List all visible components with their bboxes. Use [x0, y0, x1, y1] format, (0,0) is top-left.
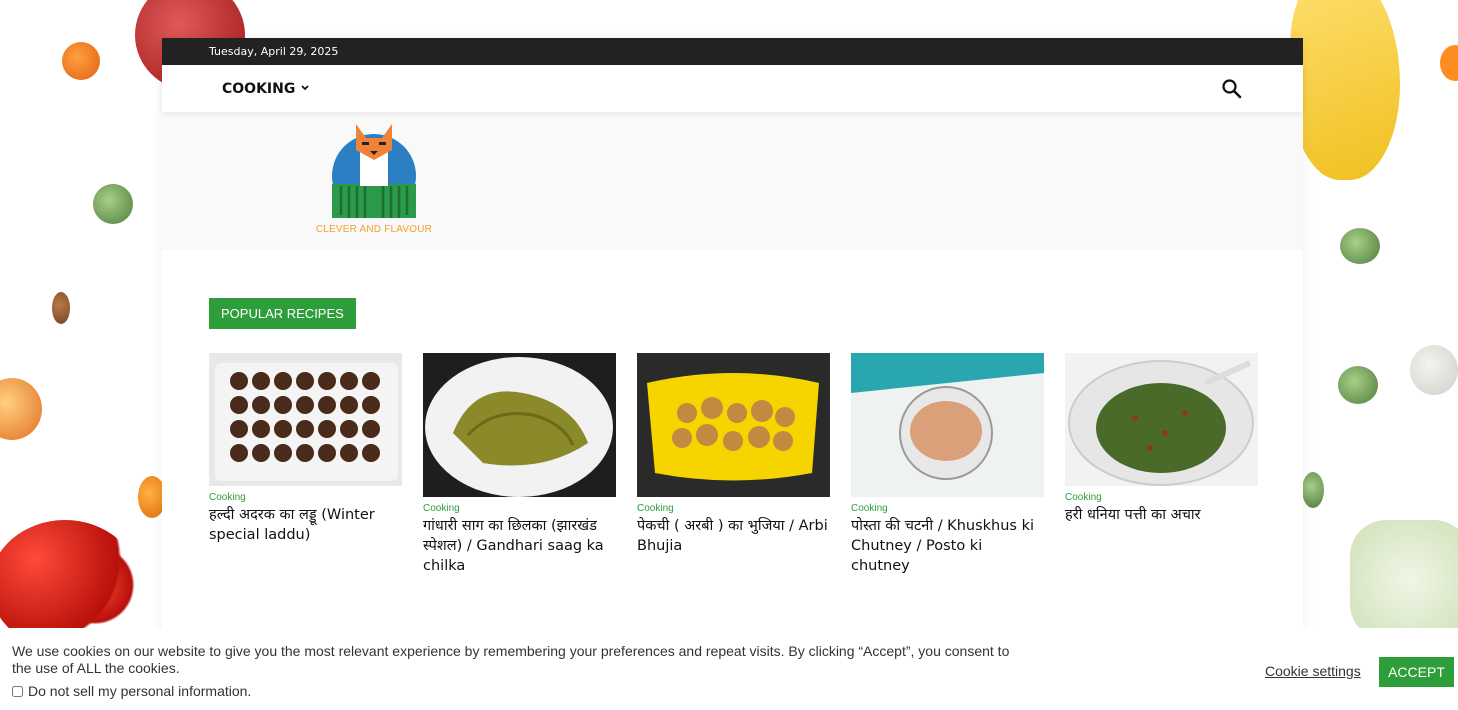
banana-image — [1290, 0, 1400, 180]
recipe-category[interactable]: Cooking — [209, 492, 402, 503]
site-header: CLEVER AND FLAVOUR — [162, 112, 1303, 250]
recipe-category[interactable]: Cooking — [1065, 492, 1258, 503]
do-not-sell-label: Do not sell my personal information. — [28, 683, 252, 699]
recipe-list: Cooking हल्दी अदरक का लड्डू (Winter spec… — [209, 353, 1258, 576]
tomato-image — [62, 42, 100, 80]
do-not-sell-option[interactable]: Do not sell my personal information. — [12, 683, 251, 699]
cookie-message: We use cookies on our website to give yo… — [12, 643, 1010, 676]
almond-image — [52, 292, 70, 324]
recipe-category[interactable]: Cooking — [637, 503, 830, 514]
sprout-right-image — [1340, 228, 1380, 264]
recipe-title[interactable]: पेकची ( अरबी ) का भुजिया / Arbi Bhujia — [637, 516, 830, 556]
fennel-image — [1350, 520, 1458, 640]
logo-text: CLEVER AND FLAVOUR — [315, 224, 433, 235]
recipe-thumbnail[interactable] — [637, 353, 830, 497]
nav-item-label: COOKING — [222, 80, 296, 97]
top-bar: Tuesday, April 29, 2025 — [162, 38, 1303, 65]
recipe-category[interactable]: Cooking — [851, 503, 1044, 514]
sprout-right-2-image — [1338, 366, 1378, 404]
recipe-card[interactable]: Cooking गांधारी साग का छिलका (झारखंड स्प… — [423, 353, 616, 576]
current-date: Tuesday, April 29, 2025 — [209, 45, 339, 58]
recipe-card[interactable]: Cooking हरी धनिया पत्ती का अचार — [1065, 353, 1258, 576]
search-icon[interactable] — [1221, 78, 1243, 100]
recipe-thumbnail[interactable] — [209, 353, 402, 486]
page-container: Tuesday, April 29, 2025 COOKING CLEVER A… — [162, 38, 1303, 638]
recipe-card[interactable]: Cooking हल्दी अदरक का लड्डू (Winter spec… — [209, 353, 402, 576]
recipe-title[interactable]: हल्दी अदरक का लड्डू (Winter special ladd… — [209, 505, 402, 545]
section-title: POPULAR RECIPES — [209, 298, 356, 329]
sprout-right-3-image — [1302, 472, 1324, 508]
orange-right-image — [1440, 45, 1458, 81]
cookie-settings-link[interactable]: Cookie settings — [1265, 663, 1361, 679]
recipe-thumbnail[interactable] — [851, 353, 1044, 497]
fox-logo-icon — [332, 124, 416, 218]
apple-image — [0, 378, 42, 440]
recipe-title[interactable]: हरी धनिया पत्ती का अचार — [1065, 505, 1258, 525]
recipe-card[interactable]: Cooking पोस्ता की चटनी / Khuskhus ki Chu… — [851, 353, 1044, 576]
do-not-sell-checkbox[interactable] — [12, 685, 23, 697]
site-logo[interactable]: CLEVER AND FLAVOUR — [314, 120, 434, 235]
garlic-image — [1410, 345, 1458, 395]
recipe-thumbnail[interactable] — [423, 353, 616, 497]
sprout-image — [93, 184, 133, 224]
recipe-title[interactable]: गांधारी साग का छिलका (झारखंड स्पेशल) / G… — [423, 516, 616, 576]
recipe-title[interactable]: पोस्ता की चटनी / Khuskhus ki Chutney / P… — [851, 516, 1044, 576]
nav-item-cooking[interactable]: COOKING — [222, 81, 309, 97]
recipe-thumbnail[interactable] — [1065, 353, 1258, 486]
accept-button[interactable]: ACCEPT — [1379, 657, 1454, 687]
cookie-banner: We use cookies on our website to give yo… — [0, 628, 1458, 710]
recipe-category[interactable]: Cooking — [423, 503, 616, 514]
recipe-card[interactable]: Cooking पेकची ( अरबी ) का भुजिया / Arbi … — [637, 353, 830, 576]
chevron-down-icon — [301, 83, 309, 94]
main-navigation: COOKING — [162, 65, 1303, 112]
